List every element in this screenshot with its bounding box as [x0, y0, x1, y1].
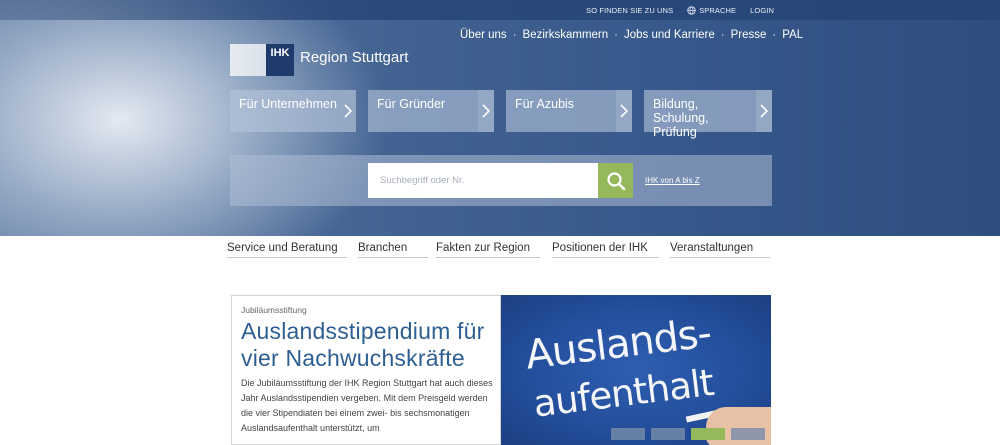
- teaser-title[interactable]: Auslandsstipendium für vier Nachwuchskrä…: [241, 318, 501, 372]
- slider-dot-active[interactable]: [691, 428, 725, 440]
- main-nav-item-ueber-uns[interactable]: Über uns: [460, 29, 507, 41]
- chevron-right-icon: [756, 90, 772, 132]
- audience-tiles: Für Unternehmen Für Gründer Für Azubis B…: [230, 90, 772, 139]
- topic-nav-fakten[interactable]: Fakten zur Region: [436, 242, 540, 258]
- utility-link-language-label: SPRACHE: [699, 5, 737, 15]
- topic-nav-positionen[interactable]: Positionen der IHK: [552, 242, 659, 258]
- main-nav-item-jobs[interactable]: Jobs und Karriere: [624, 29, 715, 41]
- teaser-image[interactable]: Auslands- aufenthalt: [501, 295, 771, 445]
- logo-mark: IHK: [266, 44, 294, 76]
- search-input[interactable]: [368, 163, 599, 198]
- slider-pager: [611, 428, 765, 440]
- logo-text: Region Stuttgart: [300, 48, 409, 66]
- globe-icon: [687, 5, 696, 15]
- logo-plate: IHK: [230, 44, 294, 76]
- search-icon: [606, 171, 625, 190]
- utility-link-directions-label: SO FINDEN SIE ZU UNS: [586, 5, 674, 15]
- chevron-right-icon: [616, 90, 632, 132]
- main-nav-separator: ·: [772, 29, 777, 41]
- site-logo[interactable]: IHK Region Stuttgart: [230, 44, 408, 76]
- tile-azubis[interactable]: Für Azubis: [506, 90, 632, 132]
- utility-link-login-label: LOGIN: [750, 5, 774, 15]
- main-nav-item-bezirkskammern[interactable]: Bezirkskammern: [523, 29, 609, 41]
- teaser-kicker: Jubiläumsstiftung: [241, 305, 307, 315]
- topic-nav-service[interactable]: Service und Beratung: [227, 242, 347, 258]
- chevron-right-icon: [478, 90, 494, 132]
- tile-label: Für Unternehmen: [239, 97, 337, 111]
- main-nav-separator: ·: [512, 29, 517, 41]
- tile-gruender[interactable]: Für Gründer: [368, 90, 494, 132]
- search-button[interactable]: [598, 163, 633, 198]
- teaser-card[interactable]: Jubiläumsstiftung Auslandsstipendium für…: [231, 295, 501, 445]
- main-nav: Über uns · Bezirkskammern · Jobs und Kar…: [460, 28, 803, 42]
- search-panel: IHK von A bis Z: [230, 155, 772, 206]
- tile-label: Für Azubis: [515, 97, 575, 111]
- utility-bar: SO FINDEN SIE ZU UNS SPRACHE LOGIN: [0, 0, 1000, 20]
- main-nav-item-presse[interactable]: Presse: [731, 29, 767, 41]
- topic-nav-veranstaltungen[interactable]: Veranstaltungen: [670, 242, 770, 258]
- tile-bildung[interactable]: Bildung, Schulung, Prüfung: [644, 90, 772, 139]
- utility-link-language[interactable]: SPRACHE: [687, 6, 736, 15]
- a-to-z-link[interactable]: IHK von A bis Z: [645, 176, 700, 185]
- utility-link-login[interactable]: LOGIN: [750, 6, 774, 15]
- slider-dot[interactable]: [731, 428, 765, 440]
- main-nav-separator: ·: [720, 29, 725, 41]
- utility-links: SO FINDEN SIE ZU UNS SPRACHE LOGIN: [586, 0, 774, 20]
- slider-dot[interactable]: [611, 428, 645, 440]
- topic-nav-branchen[interactable]: Branchen: [358, 242, 428, 258]
- hero-banner: SO FINDEN SIE ZU UNS SPRACHE LOGIN Über …: [0, 0, 1000, 236]
- main-nav-item-pal[interactable]: PAL: [782, 29, 803, 41]
- chevron-right-icon: [340, 90, 356, 132]
- tile-label: Bildung, Schulung, Prüfung: [653, 97, 709, 139]
- main-nav-separator: ·: [614, 29, 618, 41]
- teaser-text: Die Jubiläumsstiftung der IHK Region Stu…: [241, 378, 493, 433]
- utility-link-directions[interactable]: SO FINDEN SIE ZU UNS: [586, 6, 673, 15]
- tile-label: Für Gründer: [377, 97, 446, 111]
- tile-unternehmen[interactable]: Für Unternehmen: [230, 90, 356, 132]
- slider-dot[interactable]: [651, 428, 685, 440]
